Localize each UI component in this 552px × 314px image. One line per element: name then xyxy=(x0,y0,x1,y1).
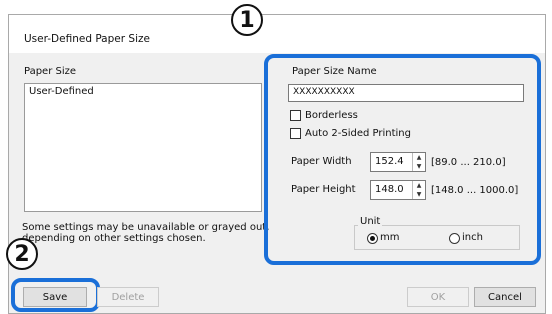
callout-1: 1 xyxy=(231,4,263,36)
paper-height-value[interactable]: 148.0 xyxy=(371,181,404,199)
paper-height-range: [148.0 ... 1000.0] xyxy=(431,185,519,196)
unit-mm-label: mm xyxy=(380,232,400,243)
height-down-arrow-icon[interactable]: ▼ xyxy=(413,190,425,199)
save-button[interactable]: Save xyxy=(23,287,87,307)
borderless-checkbox[interactable] xyxy=(290,110,301,121)
paper-width-range: [89.0 ... 210.0] xyxy=(431,157,506,168)
cancel-button[interactable]: Cancel xyxy=(474,287,536,307)
paper-height-stepper[interactable]: 148.0 ▲ ▼ xyxy=(370,180,426,200)
paper-size-list[interactable]: User-Defined xyxy=(24,83,262,212)
paper-size-name-label: Paper Size Name xyxy=(292,66,377,77)
ok-button[interactable]: OK xyxy=(407,287,469,307)
settings-note-line-1: Some settings may be unavailable or gray… xyxy=(22,222,270,233)
paper-height-label: Paper Height xyxy=(291,184,356,195)
unit-mm-radio[interactable] xyxy=(367,233,378,244)
unit-group xyxy=(354,225,520,250)
paper-width-stepper[interactable]: 152.4 ▲ ▼ xyxy=(370,152,426,172)
settings-note-line-2: depending on other settings chosen. xyxy=(22,233,206,244)
callout-2: 2 xyxy=(6,238,38,270)
width-up-arrow-icon[interactable]: ▲ xyxy=(413,153,425,162)
unit-group-label: Unit xyxy=(358,216,383,227)
auto-2-sided-checkbox[interactable] xyxy=(290,128,301,139)
radio-selected-dot xyxy=(370,236,375,241)
unit-inch-radio[interactable] xyxy=(449,233,460,244)
paper-width-label: Paper Width xyxy=(291,156,352,167)
list-item[interactable]: User-Defined xyxy=(29,86,257,97)
auto-2-sided-label: Auto 2-Sided Printing xyxy=(305,128,411,139)
paper-width-value[interactable]: 152.4 xyxy=(371,153,404,171)
dialog-title: User-Defined Paper Size xyxy=(24,33,150,45)
height-up-arrow-icon[interactable]: ▲ xyxy=(413,181,425,190)
unit-inch-label: inch xyxy=(462,232,483,243)
width-down-arrow-icon[interactable]: ▼ xyxy=(413,162,425,171)
paper-size-name-input[interactable]: XXXXXXXXXX xyxy=(288,84,524,102)
delete-button[interactable]: Delete xyxy=(97,287,159,307)
paper-size-label: Paper Size xyxy=(24,66,77,77)
borderless-label: Borderless xyxy=(305,110,358,121)
